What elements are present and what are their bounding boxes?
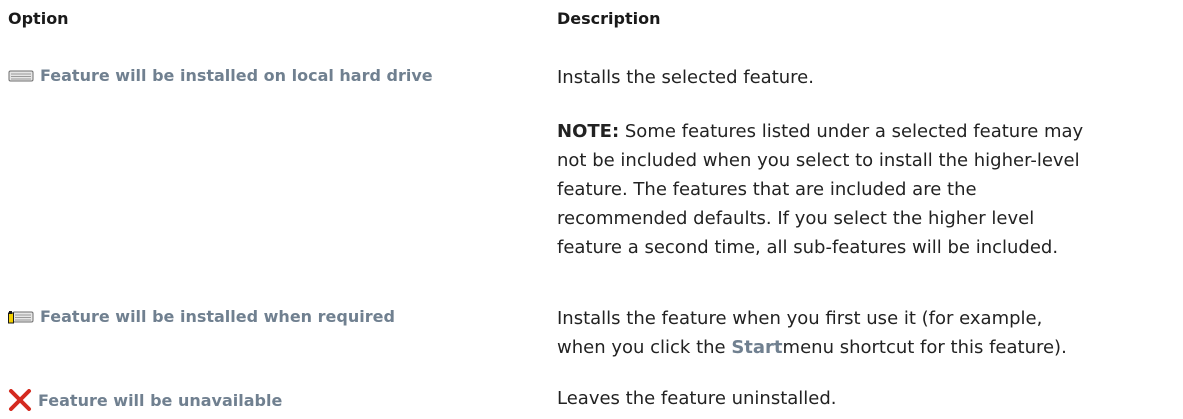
note-line-1-text: Some features listed under a selected fe… — [624, 121, 1084, 142]
option-column-header: Option — [8, 9, 69, 28]
note-line-1: NOTE: Some features listed under a selec… — [557, 117, 1177, 146]
start-menu-link: Start — [731, 337, 783, 358]
description-text: Leaves the feature uninstalled. — [557, 388, 837, 409]
red-x-icon — [8, 389, 32, 411]
description-line-2: when you click the Startmenu shortcut fo… — [557, 333, 1177, 362]
description-line-1: Installs the feature when you first use … — [557, 308, 1043, 329]
hard-drive-icon — [8, 69, 34, 83]
note-label: NOTE: — [557, 121, 620, 142]
description-installed-when-required: Installs the feature when you first use … — [557, 304, 1177, 362]
install-on-demand-icon — [8, 309, 34, 325]
description-line-2-suffix: menu shortcut for this feature). — [782, 337, 1067, 358]
description-text: Installs the selected feature. — [557, 67, 814, 88]
option-label: Feature will be installed on local hard … — [40, 66, 433, 85]
option-installed-when-required: Feature will be installed when required — [8, 307, 395, 326]
option-label: Feature will be installed when required — [40, 307, 395, 326]
option-label: Feature will be unavailable — [38, 390, 283, 410]
description-unavailable: Leaves the feature uninstalled. — [557, 384, 1177, 413]
note-line-5: feature a second time, all sub-features … — [557, 237, 1059, 258]
option-local-hard-drive: Feature will be installed on local hard … — [8, 66, 433, 85]
option-unavailable: Feature will be unavailable — [8, 389, 282, 411]
description-local-hard-drive: Installs the selected feature. — [557, 63, 1177, 92]
note-line-4: recommended defaults. If you select the … — [557, 208, 1035, 229]
description-line-2-prefix: when you click the — [557, 337, 732, 358]
note-block: NOTE: Some features listed under a selec… — [557, 117, 1177, 262]
note-line-3: feature. The features that are included … — [557, 179, 977, 200]
note-line-2: not be included when you select to insta… — [557, 150, 1080, 171]
description-column-header: Description — [557, 9, 661, 28]
